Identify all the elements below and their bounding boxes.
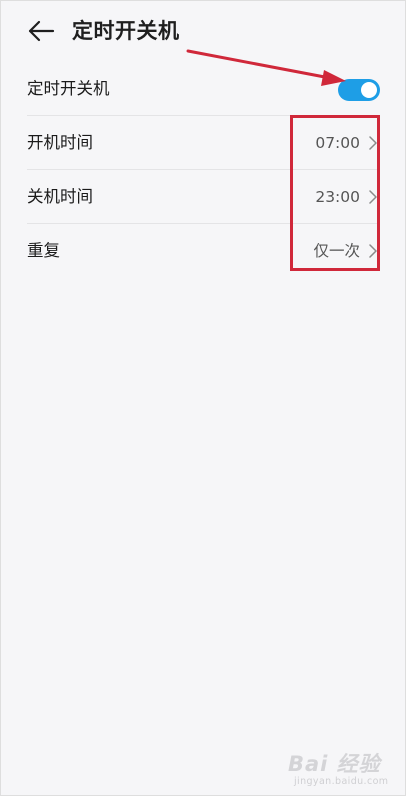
toggle-knob [361, 82, 377, 98]
row-label: 定时开关机 [27, 79, 110, 98]
watermark: Bai 经验 jingyan.baidu.com [288, 748, 388, 790]
repeat-value: 仅一次 [313, 242, 360, 260]
power-on-time-value: 07:00 [315, 134, 360, 152]
repeat-row[interactable]: 重复 仅一次 [0, 224, 406, 278]
chevron-right-icon [369, 190, 377, 204]
scheduled-power-toggle[interactable] [338, 79, 380, 101]
header: 定时开关机 [0, 0, 406, 64]
page-title: 定时开关机 [72, 19, 180, 43]
watermark-domain: jingyan.baidu.com [294, 776, 389, 787]
row-label: 开机时间 [27, 133, 93, 152]
settings-list: 定时开关机 开机时间 07:00 关机时间 23:00 重复 仅一次 [0, 62, 406, 278]
back-arrow-icon [28, 20, 55, 42]
scheduled-power-toggle-row[interactable]: 定时开关机 [0, 62, 406, 116]
power-on-time-row[interactable]: 开机时间 07:00 [0, 116, 406, 170]
watermark-brand: Bai 经验 [288, 752, 381, 776]
chevron-right-icon [369, 244, 377, 258]
chevron-right-icon [369, 136, 377, 150]
power-off-time-value: 23:00 [315, 188, 360, 206]
row-label: 关机时间 [27, 187, 93, 206]
power-off-time-row[interactable]: 关机时间 23:00 [0, 170, 406, 224]
row-label: 重复 [27, 241, 60, 260]
back-button[interactable] [24, 14, 58, 48]
